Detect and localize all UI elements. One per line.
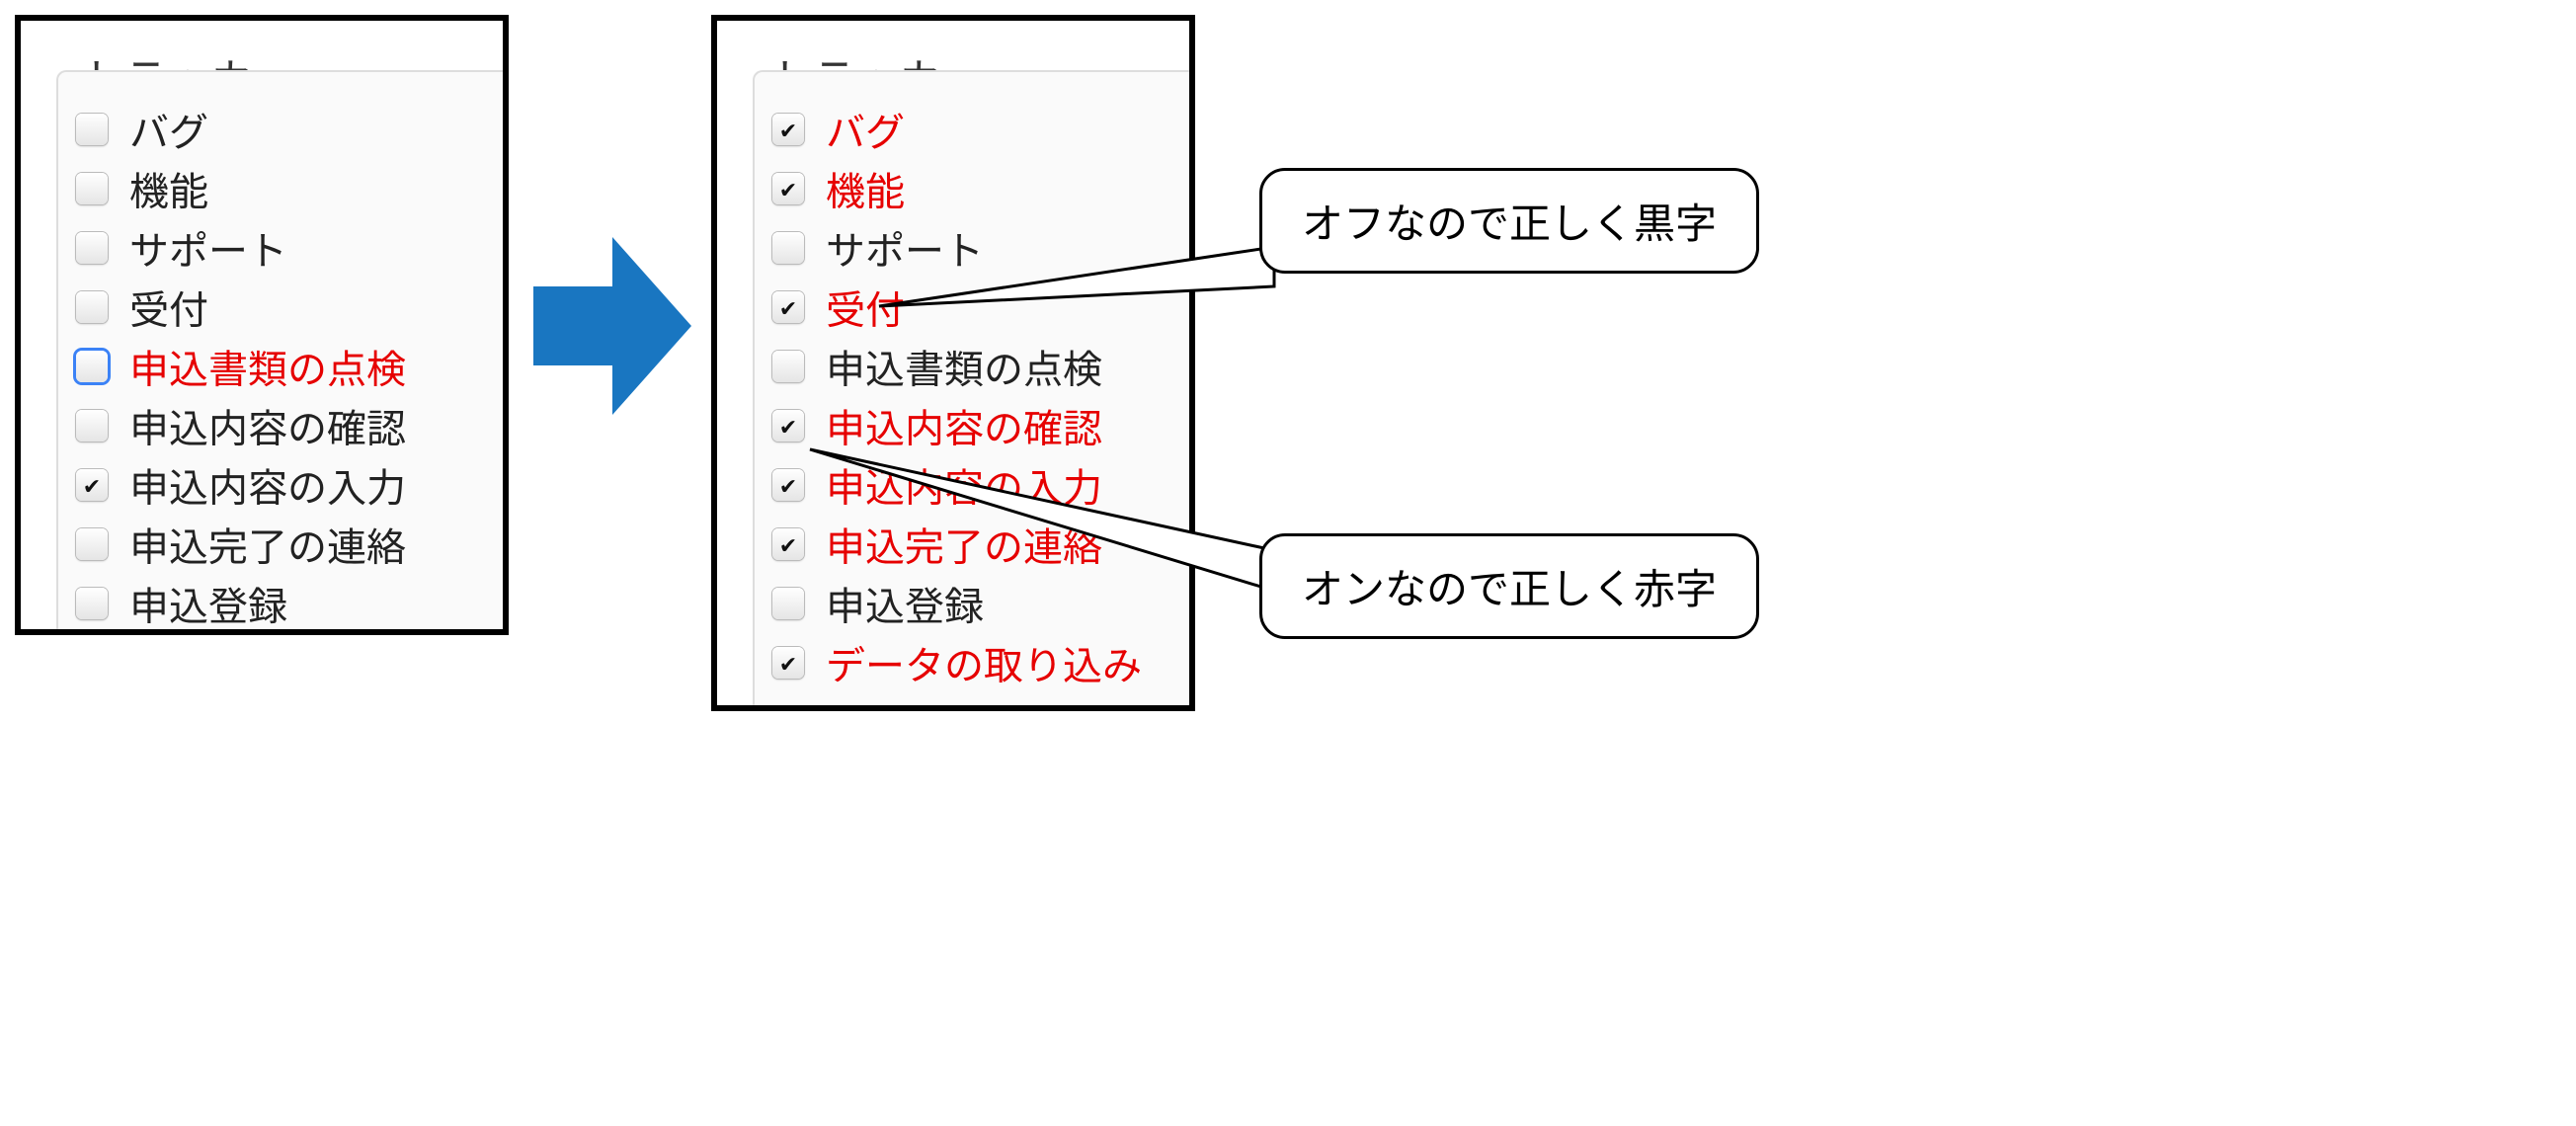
tracker-checkbox[interactable]: ✔ — [76, 114, 108, 145]
tracker-checkbox[interactable]: ✔ — [76, 173, 108, 204]
callout-leader-top — [879, 247, 1294, 365]
tracker-label: バグ — [826, 110, 905, 149]
tracker-label: 申込登録 — [826, 584, 984, 623]
tracker-label: 申込完了の連絡 — [129, 524, 406, 564]
tracker-row: ✔ 機能 — [76, 159, 475, 218]
tracker-row: ✔ 受付 — [76, 278, 475, 337]
check-icon: ✔ — [779, 296, 797, 318]
tracker-panel-before: トラッカー ✔バグ✔機能✔サポート✔受付✔申込書類の点検✔申込内容の確認✔申込内… — [15, 15, 509, 635]
tracker-label: 申込内容の入力 — [129, 465, 406, 505]
tracker-checkbox[interactable]: ✔ — [76, 232, 108, 264]
check-icon: ✔ — [779, 119, 797, 140]
check-icon: ✔ — [779, 652, 797, 674]
tracker-row: ✔ 申込内容の確認 — [76, 396, 475, 455]
diagram-stage: トラッカー ✔バグ✔機能✔サポート✔受付✔申込書類の点検✔申込内容の確認✔申込内… — [0, 0, 2576, 1126]
tracker-label: 申込書類の点検 — [129, 347, 406, 386]
tracker-row: ✔ バグ — [772, 100, 1162, 159]
tracker-checkbox[interactable]: ✔ — [76, 469, 108, 501]
arrow-icon — [533, 237, 691, 415]
tracker-row: ✔ サポート — [76, 218, 475, 278]
check-icon: ✔ — [83, 474, 101, 496]
tracker-label: 申込登録 — [129, 584, 287, 623]
tracker-checkbox[interactable]: ✔ — [772, 114, 804, 145]
tracker-row: ✔ 申込内容の入力 — [76, 455, 475, 515]
check-icon: ✔ — [779, 415, 797, 437]
callout-on-red: オンなので正しく赤字 — [1259, 533, 1759, 639]
tracker-row: ✔ データの取り込み — [772, 633, 1162, 692]
tracker-row: ✔ 申込内容の確認 — [772, 396, 1162, 455]
panel-body-left: ✔ バグ ✔ 機能 ✔ サポート ✔ 受付 ✔ 申込書類の点検 ✔ 申込内容の確認 ✔ 申込内容の入力 ✔ 申… — [56, 70, 503, 629]
tracker-row: ✔ バグ — [76, 100, 475, 159]
tracker-checkbox[interactable]: ✔ — [772, 173, 804, 204]
tracker-checkbox[interactable]: ✔ — [772, 232, 804, 264]
tracker-checkbox[interactable]: ✔ — [76, 528, 108, 560]
tracker-checkbox[interactable]: ✔ — [76, 410, 108, 442]
check-icon: ✔ — [779, 474, 797, 496]
tracker-row: ✔ 機能 — [772, 159, 1162, 218]
tracker-checkbox[interactable]: ✔ — [772, 528, 804, 560]
tracker-checkbox[interactable]: ✔ — [772, 647, 804, 679]
tracker-row: ✔ 申込登録 — [76, 574, 475, 633]
tracker-label: 機能 — [826, 169, 905, 208]
tracker-checkbox[interactable]: ✔ — [772, 588, 804, 619]
tracker-label: サポート — [129, 228, 287, 268]
callout-leader-bottom — [810, 449, 1284, 588]
tracker-label: 機能 — [129, 169, 208, 208]
tracker-checkbox[interactable]: ✔ — [76, 351, 108, 382]
callout-off-black: オフなので正しく黒字 — [1259, 168, 1759, 274]
panel-body-right: ✔バグ✔機能✔サポート✔受付✔申込書類の点検✔申込内容の確認✔申込内容の入力✔申… — [753, 70, 1189, 705]
tracker-label: データの取り込み — [826, 643, 1142, 683]
tracker-checkbox[interactable]: ✔ — [772, 469, 804, 501]
tracker-label: 申込内容の確認 — [129, 406, 406, 445]
tracker-checkbox[interactable]: ✔ — [76, 291, 108, 323]
tracker-checkbox[interactable]: ✔ — [76, 588, 108, 619]
tracker-row: ✔ 申込完了の連絡 — [76, 515, 475, 574]
tracker-checkbox[interactable]: ✔ — [772, 410, 804, 442]
tracker-row: ✔ 申込書類の点検 — [76, 337, 475, 396]
tracker-label: 申込内容の確認 — [826, 406, 1102, 445]
tracker-checkbox[interactable]: ✔ — [772, 351, 804, 382]
tracker-label: 受付 — [129, 287, 208, 327]
tracker-checkbox[interactable]: ✔ — [772, 291, 804, 323]
check-icon: ✔ — [779, 178, 797, 200]
tracker-label: バグ — [129, 110, 208, 149]
check-icon: ✔ — [779, 533, 797, 555]
